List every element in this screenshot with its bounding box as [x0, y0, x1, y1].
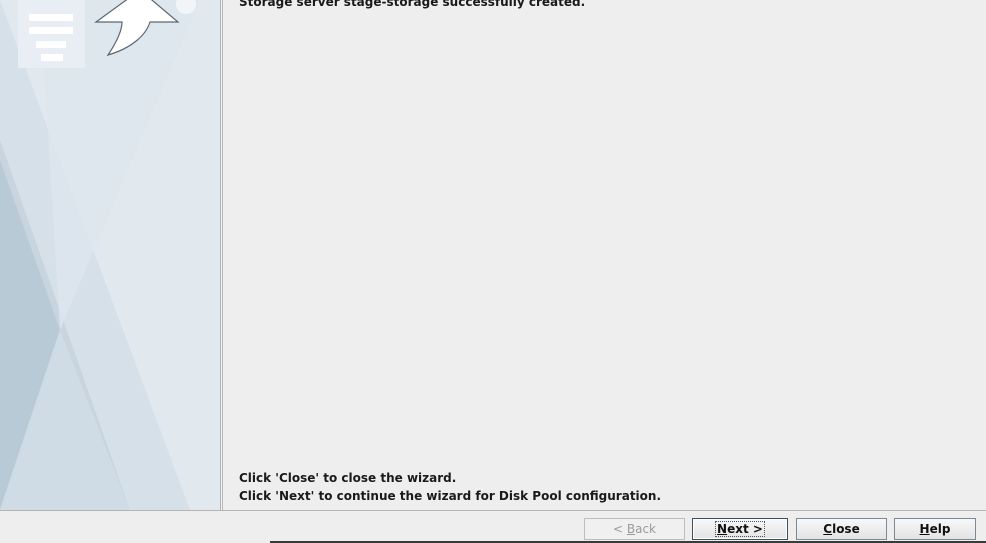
- back-label-rest: ack: [635, 522, 656, 536]
- back-label-mnemonic: B: [626, 522, 636, 536]
- success-message: Storage server stage-storage successfull…: [239, 0, 586, 9]
- wizard-side-graphic: [0, 0, 220, 510]
- back-button[interactable]: < Back: [584, 518, 685, 540]
- help-label-rest: elp: [929, 522, 951, 536]
- button-bar: < Back Next > Close Help: [0, 510, 986, 543]
- server-stack-icon: [18, 0, 85, 68]
- next-button[interactable]: Next >: [692, 518, 788, 540]
- next-focus-ring: Next >: [715, 521, 765, 537]
- help-button[interactable]: Help: [894, 518, 976, 540]
- help-label-mnemonic: H: [919, 522, 930, 536]
- next-label-rest: ext >: [727, 522, 763, 536]
- close-label-rest: lose: [832, 522, 860, 536]
- back-label-prefix: <: [612, 522, 627, 536]
- close-label-mnemonic: C: [823, 522, 833, 536]
- next-label-mnemonic: N: [717, 522, 728, 536]
- wizard-side-panel: [0, 0, 220, 510]
- next-hint: Click 'Next' to continue the wizard for …: [239, 489, 662, 503]
- close-button[interactable]: Close: [796, 518, 887, 540]
- close-hint: Click 'Close' to close the wizard.: [239, 471, 457, 485]
- wizard-content: Storage server stage-storage successfull…: [223, 0, 986, 510]
